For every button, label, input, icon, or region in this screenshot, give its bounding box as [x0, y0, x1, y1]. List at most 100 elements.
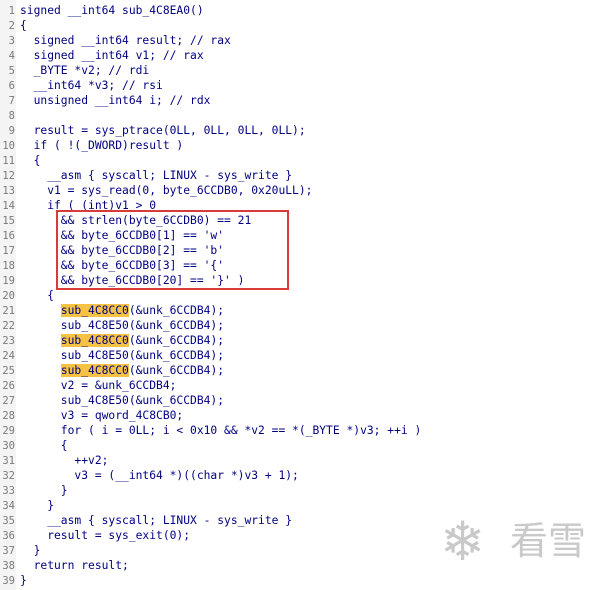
line-number: 34	[2, 500, 15, 512]
code-line[interactable]: 6 __int64 *v3; // rsi	[0, 78, 163, 93]
code-line[interactable]: 7 unsigned __int64 i; // rdx	[0, 93, 211, 108]
kanxue-watermark: ❄ 看雪	[440, 508, 610, 578]
code-text[interactable]: sub_4C8CC0(&unk_6CCDB4);	[20, 364, 224, 377]
code-text[interactable]: sub_4C8CC0(&unk_6CCDB4);	[20, 304, 224, 317]
line-number: 25	[2, 365, 15, 377]
line-number: 13	[2, 185, 15, 197]
line-number: 32	[2, 470, 15, 482]
code-text[interactable]: _BYTE *v2; // rdi	[20, 64, 150, 77]
line-number: 5	[8, 65, 15, 77]
line-number: 26	[2, 380, 15, 392]
line-number: 22	[2, 320, 15, 332]
code-line[interactable]: 24 sub_4C8E50(&unk_6CCDB4);	[0, 348, 224, 363]
code-text[interactable]: }	[20, 499, 54, 512]
line-number: 27	[2, 395, 15, 407]
code-line[interactable]: 13 v1 = sys_read(0, byte_6CCDB0, 0x20uLL…	[0, 183, 312, 198]
code-text[interactable]: signed __int64 result; // rax	[20, 34, 231, 47]
code-text[interactable]: }	[20, 574, 27, 587]
line-number: 15	[2, 215, 15, 227]
line-number: 33	[2, 485, 15, 497]
line-number: 3	[8, 35, 15, 47]
code-text[interactable]: }	[20, 544, 41, 557]
code-text[interactable]: if ( !(_DWORD)result )	[20, 139, 184, 152]
line-number: 9	[8, 125, 15, 137]
code-line[interactable]: 8	[0, 108, 20, 123]
highlighted-function-name[interactable]: sub_4C8CC0	[60, 334, 129, 347]
code-line[interactable]: 28 v3 = qword_4C8CB0;	[0, 408, 183, 423]
code-text[interactable]: {	[20, 154, 41, 167]
line-number: 8	[8, 110, 15, 122]
code-text[interactable]: result = sys_exit(0);	[20, 529, 190, 542]
code-text[interactable]: v2 = &unk_6CCDB4;	[20, 379, 177, 392]
line-number: 31	[2, 455, 15, 467]
code-line[interactable]: 3 signed __int64 result; // rax	[0, 33, 231, 48]
code-line[interactable]: 33 }	[0, 483, 68, 498]
code-text[interactable]: {	[20, 289, 54, 302]
line-number: 24	[2, 350, 15, 362]
code-text[interactable]: for ( i = 0LL; i < 0x10 && *v2 == *(_BYT…	[20, 424, 421, 437]
code-text[interactable]: __int64 *v3; // rsi	[20, 79, 163, 92]
line-number: 28	[2, 410, 15, 422]
code-text[interactable]: {	[20, 19, 27, 32]
code-line[interactable]: 29 for ( i = 0LL; i < 0x10 && *v2 == *(_…	[0, 423, 421, 438]
code-line[interactable]: 26 v2 = &unk_6CCDB4;	[0, 378, 176, 393]
code-line[interactable]: 38 return result;	[0, 558, 129, 573]
highlighted-function-name[interactable]: sub_4C8CC0	[60, 364, 129, 377]
code-line[interactable]: 31 ++v2;	[0, 453, 108, 468]
code-line[interactable]: 37 }	[0, 543, 40, 558]
line-number: 18	[2, 260, 15, 272]
line-number: 37	[2, 545, 15, 557]
code-line[interactable]: 34 }	[0, 498, 54, 513]
code-line[interactable]: 9 result = sys_ptrace(0LL, 0LL, 0LL, 0LL…	[0, 123, 306, 138]
code-text[interactable]: sub_4C8E50(&unk_6CCDB4);	[20, 319, 224, 332]
code-line[interactable]: 27 sub_4C8E50(&unk_6CCDB4);	[0, 393, 224, 408]
code-text[interactable]: signed __int64 v1; // rax	[20, 49, 204, 62]
code-text[interactable]: return result;	[20, 559, 129, 572]
line-number: 29	[2, 425, 15, 437]
code-line[interactable]: 39}	[0, 573, 27, 588]
code-line[interactable]: 11 {	[0, 153, 40, 168]
code-text[interactable]: __asm { syscall; LINUX - sys_write }	[20, 169, 292, 182]
code-line[interactable]: 12 __asm { syscall; LINUX - sys_write }	[0, 168, 292, 183]
code-line[interactable]: 1 signed __int64 sub_4C8EA0()	[0, 3, 204, 18]
line-number: 23	[2, 335, 15, 347]
line-number: 19	[2, 275, 15, 287]
code-line[interactable]: 30 {	[0, 438, 68, 453]
line-number: 30	[2, 440, 15, 452]
code-line[interactable]: 21 sub_4C8CC0(&unk_6CCDB4);	[0, 303, 224, 318]
code-line[interactable]: 36 result = sys_exit(0);	[0, 528, 190, 543]
code-line[interactable]: 2{	[0, 18, 27, 33]
watermark-text: 看雪	[510, 519, 587, 563]
code-line[interactable]: 25 sub_4C8CC0(&unk_6CCDB4);	[0, 363, 224, 378]
line-number: 39	[2, 575, 15, 587]
code-line[interactable]: 10 if ( !(_DWORD)result )	[0, 138, 183, 153]
code-text[interactable]: }	[20, 484, 68, 497]
highlighted-function-name[interactable]: sub_4C8CC0	[60, 304, 129, 317]
code-line[interactable]: 32 v3 = (__int64 *)((char *)v3 + 1);	[0, 468, 299, 483]
code-line[interactable]: 35 __asm { syscall; LINUX - sys_write }	[0, 513, 292, 528]
line-number: 14	[2, 200, 15, 212]
line-number: 38	[2, 560, 15, 572]
code-text[interactable]: signed __int64 sub_4C8EA0()	[20, 4, 204, 17]
code-text[interactable]: v3 = (__int64 *)((char *)v3 + 1);	[20, 469, 298, 482]
code-line[interactable]: 23 sub_4C8CC0(&unk_6CCDB4);	[0, 333, 224, 348]
code-text[interactable]: v3 = qword_4C8CB0;	[20, 409, 183, 422]
code-text[interactable]: ++v2;	[20, 454, 108, 467]
code-text[interactable]: sub_4C8CC0(&unk_6CCDB4);	[20, 334, 224, 347]
code-line[interactable]: 4 signed __int64 v1; // rax	[0, 48, 204, 63]
code-line[interactable]: 5 _BYTE *v2; // rdi	[0, 63, 150, 78]
line-number: 20	[2, 290, 15, 302]
code-line[interactable]: 20 {	[0, 288, 54, 303]
code-text[interactable]: sub_4C8E50(&unk_6CCDB4);	[20, 349, 224, 362]
line-number: 17	[2, 245, 15, 257]
code-text[interactable]: unsigned __int64 i; // rdx	[20, 94, 211, 107]
code-text[interactable]: sub_4C8E50(&unk_6CCDB4);	[20, 394, 224, 407]
code-text[interactable]: result = sys_ptrace(0LL, 0LL, 0LL, 0LL);	[20, 124, 306, 137]
code-text[interactable]: v1 = sys_read(0, byte_6CCDB0, 0x20uLL);	[20, 184, 312, 197]
code-text[interactable]: __asm { syscall; LINUX - sys_write }	[20, 514, 292, 527]
line-number: 7	[8, 95, 15, 107]
code-line[interactable]: 22 sub_4C8E50(&unk_6CCDB4);	[0, 318, 224, 333]
line-number: 6	[8, 80, 15, 92]
line-number: 2	[8, 20, 15, 32]
code-text[interactable]: {	[20, 439, 68, 452]
